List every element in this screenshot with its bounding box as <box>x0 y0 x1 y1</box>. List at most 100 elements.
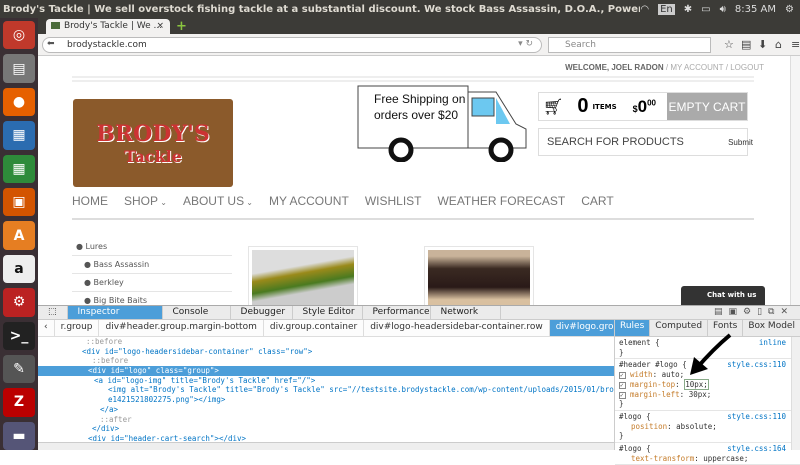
tab-network[interactable]: Network <box>431 306 501 319</box>
category-item[interactable]: ● Big Bite Baits <box>72 292 232 305</box>
markup-node[interactable]: <div id="logo-headersidebar-container" c… <box>38 347 614 357</box>
category-item[interactable]: ● Berkley <box>72 274 232 292</box>
writer-icon[interactable]: ▦ <box>3 121 35 150</box>
menu-my-account[interactable]: MY ACCOUNT <box>269 194 349 218</box>
download-icon[interactable]: ⬇ <box>758 38 767 51</box>
tab-debugger[interactable]: Debugger <box>231 306 293 319</box>
tab-performance[interactable]: Performance <box>363 306 431 319</box>
menu-shop[interactable]: SHOP ⌄ <box>124 194 167 218</box>
wifi-icon[interactable]: ◠ <box>640 4 649 15</box>
product-card[interactable] <box>424 246 534 305</box>
markup-node[interactable]: <a id="logo-img" title="Brody's Tackle" … <box>38 376 614 386</box>
property-name[interactable]: margin-left <box>630 390 680 399</box>
new-tab-icon[interactable]: + <box>176 19 187 34</box>
tab-box-model[interactable]: Box Model <box>743 320 800 336</box>
back-arrow-icon[interactable]: ⬅ <box>47 39 55 49</box>
product-card[interactable] <box>248 246 358 305</box>
property-value[interactable]: auto; <box>662 370 685 379</box>
property-value[interactable]: 30px; <box>689 390 712 399</box>
rule-source-link[interactable]: style.css:164 <box>727 444 786 454</box>
breadcrumb-item[interactable]: div#header.group.margin-bottom <box>99 320 264 336</box>
tab-inspector[interactable]: Inspector <box>67 306 163 319</box>
impress-icon[interactable]: ▣ <box>3 187 35 217</box>
bookmark-star-icon[interactable]: ☆ <box>724 38 734 51</box>
reload-icon[interactable]: ▾ ↻ <box>518 39 533 49</box>
volume-icon[interactable]: 🔊︎ <box>720 4 726 15</box>
markup-node[interactable]: </div> <box>38 424 614 434</box>
clock[interactable]: 8:35 AM <box>735 4 776 15</box>
breadcrumb-item[interactable]: div#logo-headersidebar-container.row <box>364 320 550 336</box>
markup-node[interactable]: ::after <box>38 415 614 425</box>
page-scrollbar[interactable] <box>790 56 800 305</box>
calc-icon[interactable]: ▦ <box>3 154 35 183</box>
gimp-icon[interactable]: ✎ <box>3 354 35 384</box>
breadcrumb-scroll-left[interactable]: ‹ <box>38 320 55 336</box>
menu-wishlist[interactable]: WISHLIST <box>365 194 422 218</box>
declaration-checkbox[interactable]: ✓ <box>619 372 626 380</box>
markup-node[interactable]: ::before <box>38 337 614 347</box>
ubuntu-dash-icon[interactable]: ◎ <box>3 21 35 50</box>
cart-summary[interactable]: 🛒︎ 0 ITEMS $000 EMPTY CART <box>538 92 748 121</box>
firefox-icon[interactable]: ● <box>3 87 35 117</box>
files-icon[interactable]: ▤ <box>3 54 35 83</box>
markup-node-selected[interactable]: <div id="logo" class="group"> <box>38 366 614 376</box>
keyboard-indicator[interactable]: En <box>658 3 675 15</box>
tab-style-editor[interactable]: Style Editor <box>293 306 363 319</box>
clipboard-icon[interactable]: ▤ <box>741 38 751 51</box>
declaration-checkbox[interactable]: ✓ <box>619 391 626 399</box>
browser-search-input[interactable]: Search <box>548 37 711 53</box>
software-center-icon[interactable]: A <box>3 221 35 250</box>
property-value[interactable]: absolute; <box>676 422 717 431</box>
property-value[interactable]: uppercase; <box>703 454 748 463</box>
menu-about-us[interactable]: ABOUT US ⌄ <box>183 194 253 218</box>
search-submit-button[interactable]: Submit <box>728 138 753 147</box>
devtools-window-controls[interactable]: ▤▣⚙▯⧉✕ <box>708 306 800 319</box>
rules-scrollbar[interactable] <box>791 337 800 450</box>
menu-home[interactable]: HOME <box>72 194 108 218</box>
markup-node[interactable]: ::before <box>38 356 614 366</box>
markup-horizontal-scrollbar[interactable] <box>38 442 614 450</box>
rule-source-link[interactable]: style.css:110 <box>727 412 786 422</box>
url-bar[interactable]: ⬅ brodystackle.com ▾ ↻ <box>42 37 542 53</box>
rule-source-link[interactable]: style.css:110 <box>727 360 786 370</box>
product-search-input[interactable]: SEARCH FOR PRODUCTS Submit <box>538 128 753 156</box>
breadcrumb-item[interactable]: r.group <box>55 320 100 336</box>
menu-icon[interactable]: ≡ <box>791 38 800 51</box>
chat-widget[interactable]: Chat with us <box>681 286 765 305</box>
markup-node[interactable]: </a> <box>38 405 614 415</box>
breadcrumb-item-selected[interactable]: div#logo.group <box>549 320 614 336</box>
property-value[interactable]: 10px; <box>684 378 709 390</box>
url-text[interactable]: brodystackle.com <box>67 40 147 50</box>
logout-link[interactable]: / LOGOUT <box>726 63 764 72</box>
home-icon[interactable]: ⌂ <box>775 38 782 51</box>
amazon-icon[interactable]: a <box>3 254 35 284</box>
tab-console[interactable]: Console <box>163 306 231 319</box>
battery-icon[interactable]: ▭ <box>701 4 710 15</box>
empty-cart-button[interactable]: EMPTY CART <box>667 93 747 120</box>
bluetooth-icon[interactable]: ✱ <box>684 4 692 15</box>
tab-rules[interactable]: Rules <box>615 320 651 336</box>
close-tab-icon[interactable]: × <box>156 21 164 31</box>
menu-weather-forecast[interactable]: WEATHER FORECAST <box>437 194 565 218</box>
terminal-icon[interactable]: >_ <box>3 321 35 350</box>
settings-icon[interactable]: ⚙ <box>3 288 35 317</box>
markup-node[interactable]: <img alt="Brody's Tackle" title="Brody's… <box>38 385 614 395</box>
category-item[interactable]: ● Lures <box>72 238 232 256</box>
filezilla-icon[interactable]: Z <box>3 388 35 417</box>
element-picker-icon[interactable]: ⬚ <box>38 306 68 319</box>
category-item[interactable]: ● Bass Assassin <box>72 256 232 274</box>
my-account-link[interactable]: / MY ACCOUNT <box>666 63 724 72</box>
property-name[interactable]: margin-top <box>630 380 675 389</box>
menu-cart[interactable]: CART <box>581 194 613 218</box>
site-logo[interactable]: BRODY'S Tackle <box>73 99 233 187</box>
property-name[interactable]: width <box>630 370 653 379</box>
browser-tab[interactable]: Brody's Tackle | We ... × <box>46 19 170 34</box>
markup-node[interactable]: e1421521802275.png"></img> <box>38 395 614 405</box>
power-gear-icon[interactable]: ⚙ <box>785 4 794 15</box>
rule-source-link[interactable]: inline <box>759 338 786 348</box>
declaration-checkbox[interactable]: ✓ <box>619 381 626 389</box>
drive-icon[interactable]: ▬ <box>3 421 35 451</box>
property-name[interactable]: position <box>631 422 667 431</box>
property-name[interactable]: text-transform <box>631 454 694 463</box>
breadcrumb-item[interactable]: div.group.container <box>264 320 365 336</box>
